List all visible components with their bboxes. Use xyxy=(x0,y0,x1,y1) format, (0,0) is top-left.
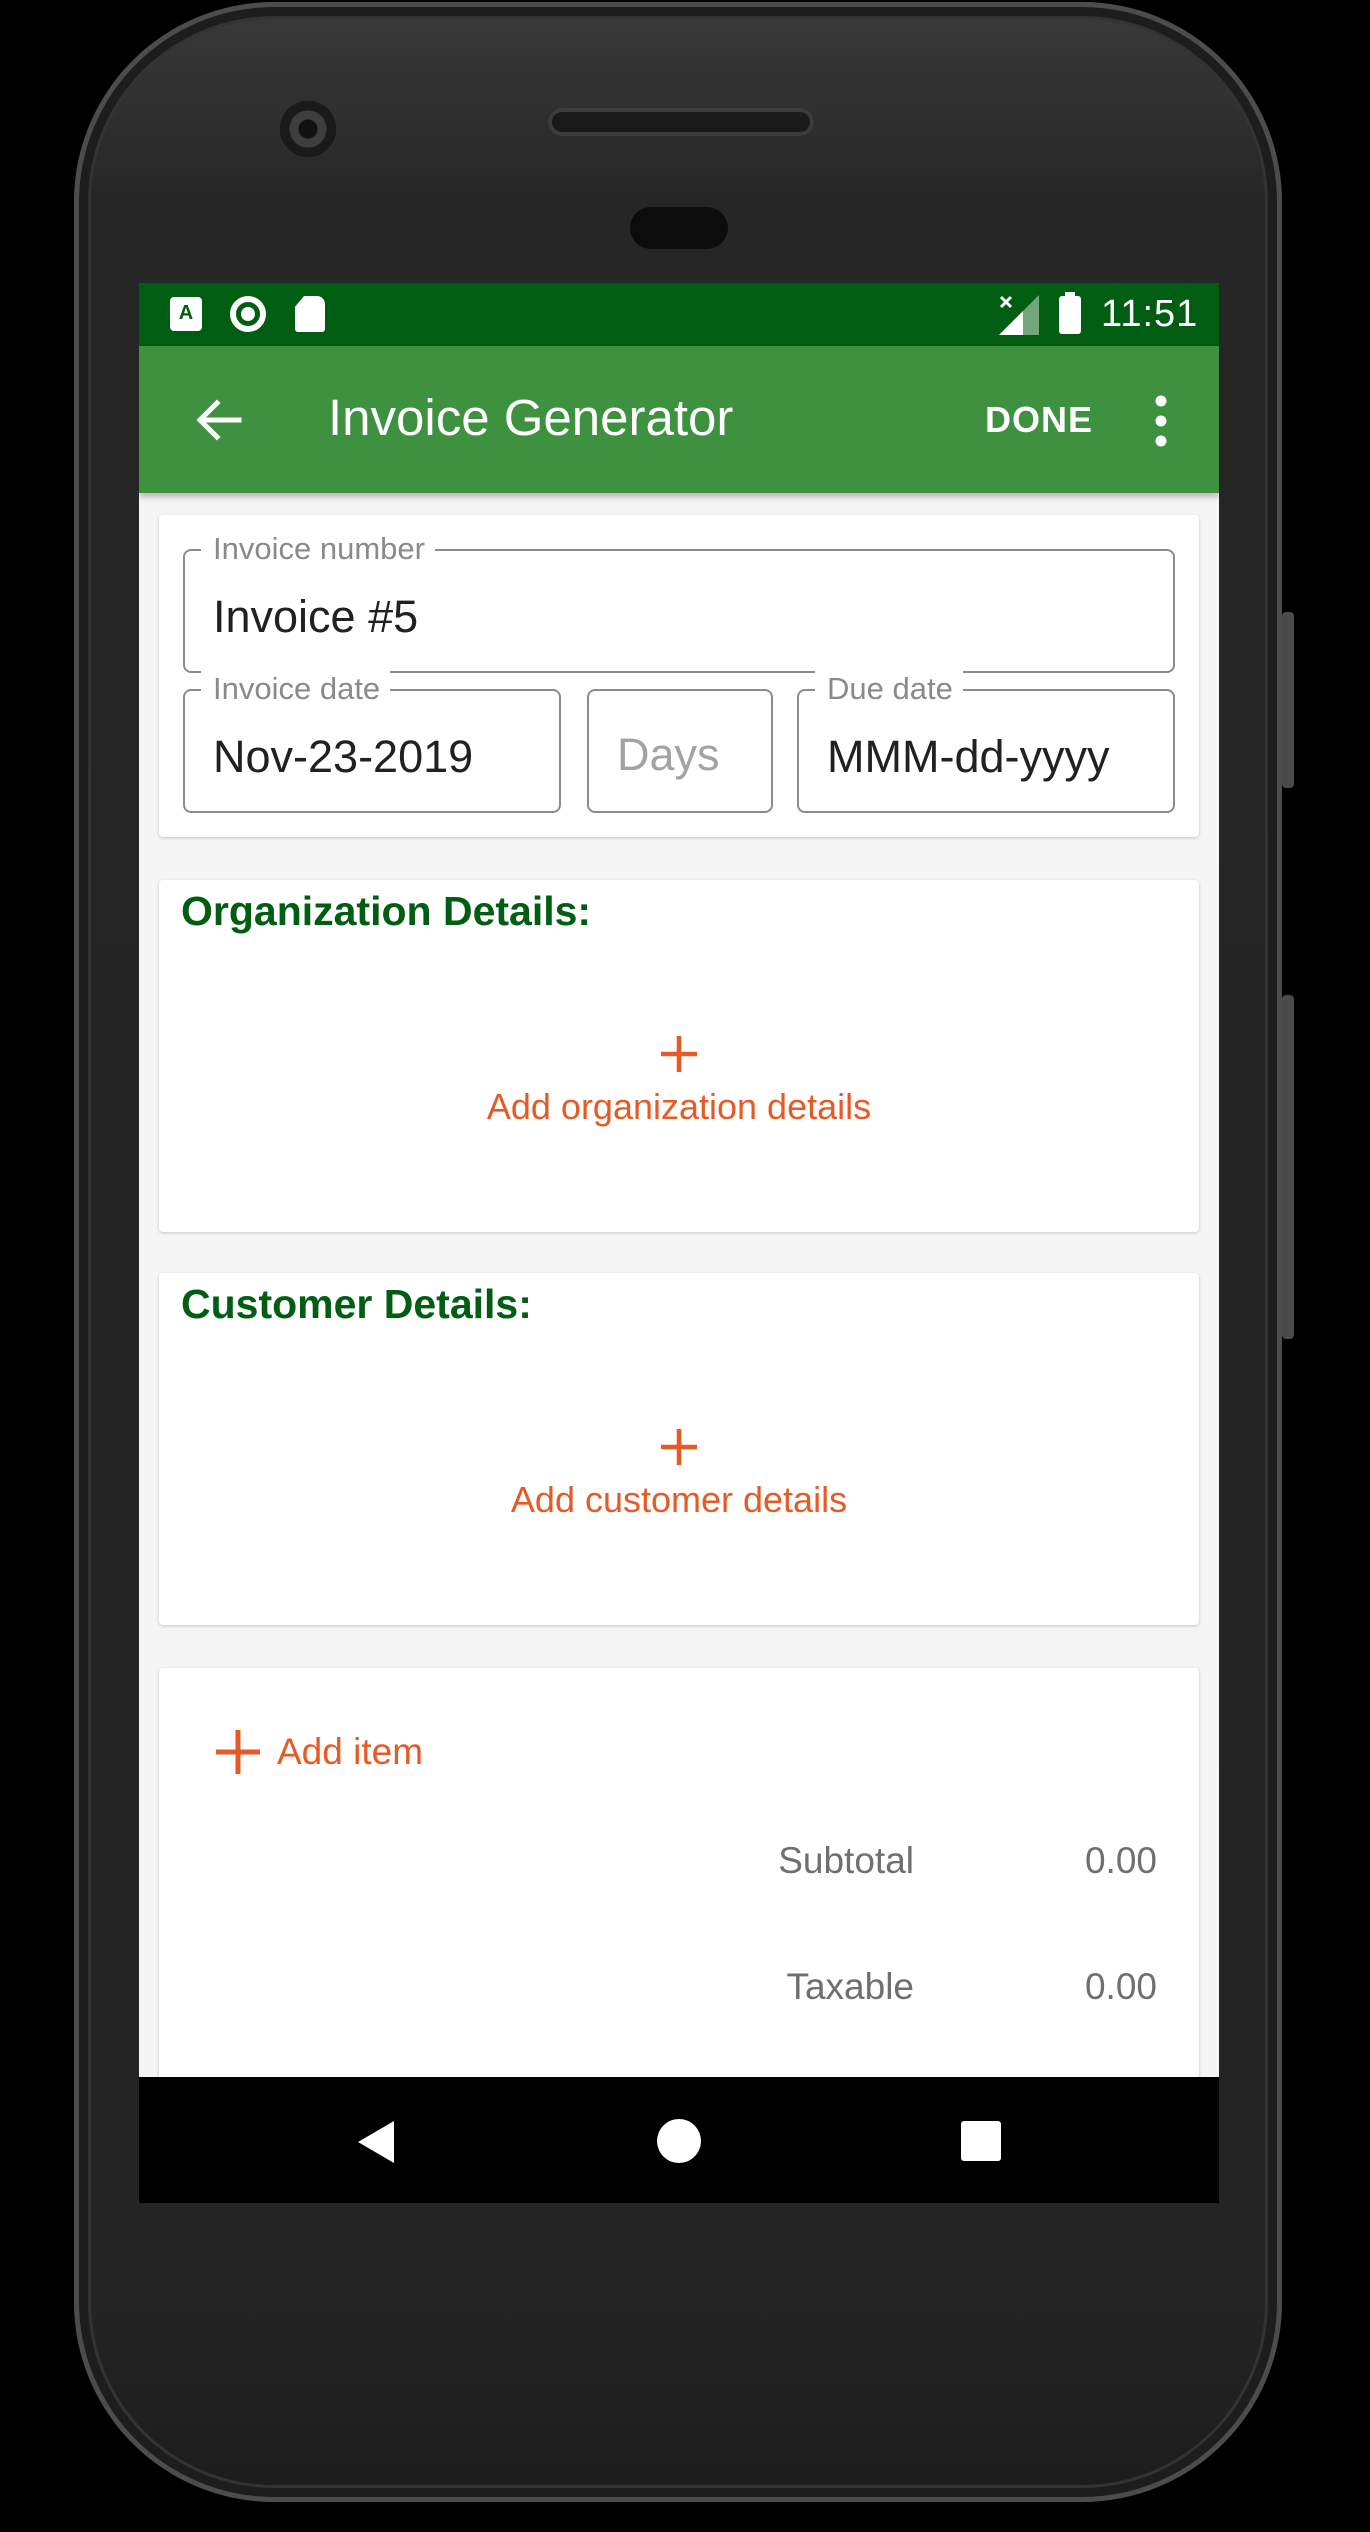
customer-title: Customer Details: xyxy=(181,1281,532,1327)
accessibility-a-icon: A xyxy=(170,297,202,331)
back-arrow-icon[interactable] xyxy=(189,390,249,450)
status-bar: A 11:51 xyxy=(139,283,1219,346)
plus-icon xyxy=(661,1429,697,1465)
front-camera xyxy=(279,100,337,158)
invoice-date-label: Invoice date xyxy=(201,669,391,709)
status-time: 11:51 xyxy=(1101,293,1199,335)
signal-icon xyxy=(999,295,1039,335)
invoice-number-field[interactable]: Invoice number Invoice #5 xyxy=(183,529,1175,673)
add-customer-label: Add customer details xyxy=(510,1479,848,1520)
power-button xyxy=(1282,612,1294,788)
days-placeholder: Days xyxy=(617,729,720,780)
screen: A 11:51 Invoice Generator DONE Invoice n… xyxy=(139,283,1219,2203)
taxable-value: 0.00 xyxy=(1084,1966,1157,2007)
add-organization-button[interactable]: Add organization details xyxy=(159,1032,1199,1128)
earpiece-speaker xyxy=(548,108,814,136)
invoice-date-value: Nov-23-2019 xyxy=(213,731,474,782)
sd-card-icon xyxy=(295,296,325,332)
proximity-sensor xyxy=(630,207,728,249)
plus-icon xyxy=(661,1036,697,1072)
more-vert-icon[interactable] xyxy=(1146,391,1176,451)
taxable-label: Taxable xyxy=(786,1966,914,2007)
due-date-label: Due date xyxy=(815,669,963,709)
subtotal-label: Subtotal xyxy=(778,1840,914,1881)
invoice-info-card: Invoice number Invoice #5 Invoice date N… xyxy=(159,515,1199,837)
subtotal-value: 0.00 xyxy=(1084,1840,1157,1881)
nav-back-icon[interactable] xyxy=(354,2119,400,2165)
circle-sync-icon xyxy=(230,296,266,332)
add-customer-button[interactable]: Add customer details xyxy=(159,1425,1199,1521)
add-organization-label: Add organization details xyxy=(486,1086,872,1127)
invoice-number-value: Invoice #5 xyxy=(213,591,419,642)
plus-icon xyxy=(216,1730,260,1774)
done-button[interactable]: DONE xyxy=(985,399,1093,441)
due-date-field[interactable]: Due date MMM-dd-yyyy xyxy=(797,669,1175,813)
page-title: Invoice Generator xyxy=(328,389,734,446)
organization-title: Organization Details: xyxy=(181,888,592,934)
nav-recents-icon[interactable] xyxy=(961,2121,1001,2161)
due-date-value: MMM-dd-yyyy xyxy=(827,731,1110,782)
add-item-label: Add item xyxy=(277,1731,424,1772)
system-nav-bar xyxy=(139,2077,1219,2203)
organization-card: Organization Details: Add organization d… xyxy=(159,880,1199,1232)
invoice-number-label: Invoice number xyxy=(201,529,435,569)
nav-home-icon[interactable] xyxy=(657,2119,701,2163)
add-item-button[interactable]: Add item xyxy=(213,1724,423,1780)
taxable-row: Taxable 0.00 xyxy=(159,1966,1199,2016)
app-bar: Invoice Generator DONE xyxy=(139,346,1219,493)
customer-card: Customer Details: Add customer details xyxy=(159,1273,1199,1625)
subtotal-row: Subtotal 0.00 xyxy=(159,1840,1199,1890)
invoice-date-field[interactable]: Invoice date Nov-23-2019 xyxy=(183,669,561,813)
battery-icon xyxy=(1059,292,1081,334)
volume-button xyxy=(1282,995,1294,1339)
days-field[interactable]: Days xyxy=(587,689,773,813)
